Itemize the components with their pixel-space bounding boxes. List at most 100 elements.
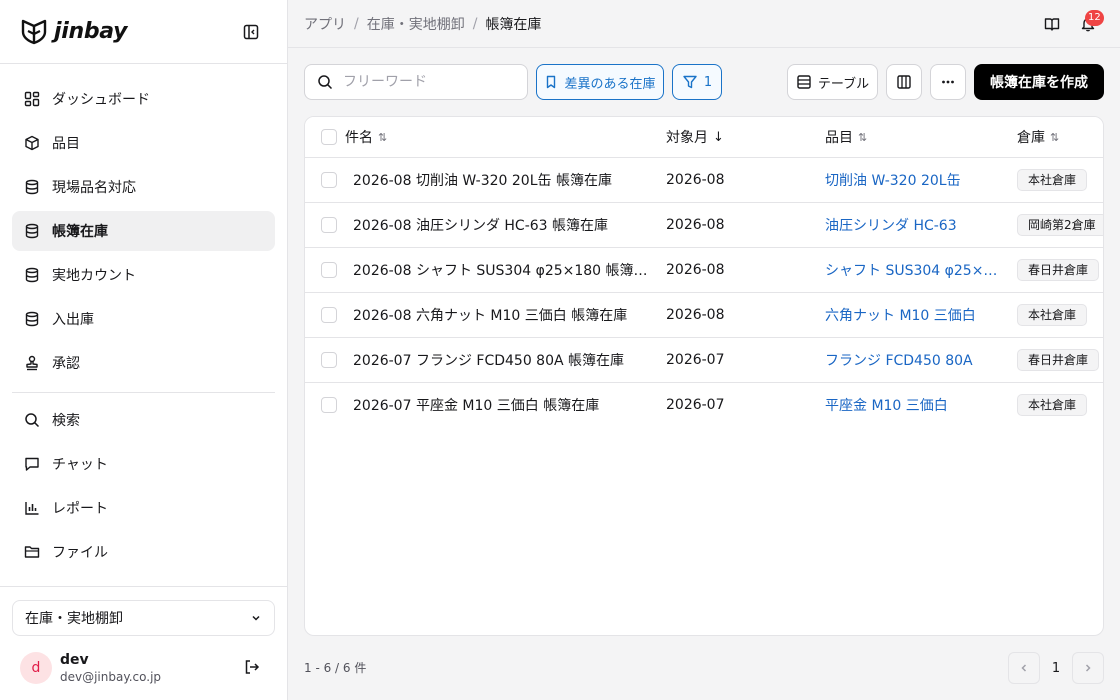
item-link[interactable]: 油圧シリンダ HC-63 (825, 215, 957, 235)
view-label: テーブル (817, 76, 870, 92)
sidebar-divider (0, 63, 287, 64)
item-link[interactable]: 六角ナット M10 三価白 (825, 305, 976, 325)
chevron-down-icon (252, 615, 260, 621)
row-checkbox[interactable] (321, 397, 337, 413)
row-checkbox[interactable] (321, 352, 337, 368)
cell-month: 2026-07 (666, 397, 725, 413)
sidebar-item-approval[interactable]: 承認 (12, 343, 275, 383)
sidebar-item-book-inventory[interactable]: 帳簿在庫 (12, 211, 275, 251)
search-input[interactable] (343, 74, 513, 90)
breadcrumb-inventory[interactable]: 在庫・実地棚卸 (367, 14, 465, 34)
database-icon (24, 179, 40, 195)
sort-icon: ⇅ (378, 130, 388, 144)
user-name: dev (60, 651, 89, 668)
sidebar-item-label: 承認 (52, 356, 80, 372)
table-row[interactable]: 2026-08 シャフト SUS304 φ25×180 帳簿… 2026-08 … (305, 248, 1103, 293)
next-page-button[interactable] (1072, 652, 1104, 684)
column-header-item[interactable]: 品目 ⇅ (825, 117, 867, 157)
sidebar-item-site-name-mapping[interactable]: 現場品名対応 (12, 167, 275, 207)
brand-logo[interactable]: jinbay (20, 14, 128, 48)
saved-filter-label: 差異のある在庫 (564, 76, 656, 92)
row-checkbox[interactable] (321, 172, 337, 188)
sidebar-item-stock-movement[interactable]: 入出庫 (12, 299, 275, 339)
sidebar-item-label: 入出庫 (52, 312, 94, 328)
row-checkbox[interactable] (321, 262, 337, 278)
view-toggle-button[interactable]: テーブル (787, 64, 878, 100)
table-row[interactable]: 2026-07 平座金 M10 三価白 帳簿在庫 2026-07 平座金 M10… (305, 383, 1103, 428)
cell-name[interactable]: 2026-07 フランジ FCD450 80A 帳簿在庫 (353, 338, 653, 382)
item-link[interactable]: 切削油 W-320 20L缶 (825, 170, 961, 190)
user-profile[interactable]: d dev dev@jinbay.co.jp (20, 650, 270, 686)
row-checkbox[interactable] (321, 217, 337, 233)
create-book-inventory-button[interactable]: 帳簿在庫を作成 (974, 64, 1104, 100)
cell-name[interactable]: 2026-08 六角ナット M10 三価白 帳簿在庫 (353, 293, 653, 337)
column-header-name[interactable]: 件名 ⇅ (345, 117, 387, 157)
app-select[interactable]: 在庫・実地棚卸 (12, 600, 275, 636)
search-icon (24, 412, 40, 428)
column-header-warehouse[interactable]: 倉庫 ⇅ (1017, 117, 1059, 157)
saved-filter-button[interactable]: 差異のある在庫 (536, 64, 664, 100)
app-select-value: 在庫・実地棚卸 (25, 611, 123, 627)
sidebar-item-files[interactable]: ファイル (12, 532, 275, 572)
sidebar-item-label: レポート (52, 501, 108, 517)
filter-button[interactable]: 1 (672, 64, 722, 100)
column-header-label: 件名 (345, 130, 373, 146)
package-icon (24, 135, 40, 151)
docs-button[interactable] (1041, 13, 1063, 35)
user-email: dev@jinbay.co.jp (60, 669, 162, 684)
avatar: d (20, 652, 52, 684)
item-link[interactable]: フランジ FCD450 80A (825, 350, 973, 370)
item-link[interactable]: シャフト SUS304 φ25×… (825, 260, 997, 280)
select-all-checkbox[interactable] (321, 129, 337, 145)
logout-button[interactable] (242, 657, 262, 677)
column-header-month[interactable]: 対象月 ↓ (666, 117, 724, 157)
sidebar-item-items[interactable]: 品目 (12, 123, 275, 163)
table-row[interactable]: 2026-08 六角ナット M10 三価白 帳簿在庫 2026-08 六角ナット… (305, 293, 1103, 338)
sidebar-item-label: ダッシュボード (52, 92, 150, 108)
sidebar-item-search[interactable]: 検索 (12, 400, 275, 440)
book-open-icon (1044, 18, 1060, 31)
folder-icon (24, 544, 40, 560)
columns-button[interactable] (886, 64, 922, 100)
search-field[interactable] (304, 64, 528, 100)
sidebar-item-label: 実地カウント (52, 268, 136, 284)
sidebar-item-chat[interactable]: チャット (12, 444, 275, 484)
sidebar-divider (12, 392, 275, 393)
column-header-label: 対象月 (666, 130, 708, 146)
warehouse-badge: 岡崎第2倉庫 (1017, 214, 1103, 236)
filter-count: 1 (703, 74, 713, 90)
breadcrumb-app[interactable]: アプリ (304, 14, 346, 34)
sidebar-item-label: 品目 (52, 136, 80, 152)
current-page[interactable]: 1 (1047, 652, 1065, 684)
sort-icon: ⇅ (1050, 130, 1060, 144)
sort-icon: ⇅ (858, 130, 868, 144)
cell-name[interactable]: 2026-08 切削油 W-320 20L缶 帳簿在庫 (353, 158, 653, 202)
columns-icon (897, 75, 911, 89)
warehouse-badge: 本社倉庫 (1017, 169, 1088, 191)
sidebar-item-report[interactable]: レポート (12, 488, 275, 528)
breadcrumb-current: 帳簿在庫 (485, 17, 542, 33)
cell-name[interactable]: 2026-08 油圧シリンダ HC-63 帳簿在庫 (353, 203, 653, 247)
cell-name[interactable]: 2026-08 シャフト SUS304 φ25×180 帳簿… (353, 248, 653, 292)
sidebar-collapse-button[interactable] (240, 21, 262, 43)
column-header-label: 品目 (825, 130, 853, 146)
table-row[interactable]: 2026-08 油圧シリンダ HC-63 帳簿在庫 2026-08 油圧シリンダ… (305, 203, 1103, 248)
table-row[interactable]: 2026-07 フランジ FCD450 80A 帳簿在庫 2026-07 フラン… (305, 338, 1103, 383)
logout-icon (245, 660, 260, 674)
item-link[interactable]: 平座金 M10 三価白 (825, 395, 948, 415)
breadcrumb-separator: / (354, 16, 359, 32)
more-options-button[interactable] (930, 64, 966, 100)
breadcrumb-separator: / (472, 16, 478, 32)
prev-page-button[interactable] (1008, 652, 1040, 684)
warehouse-badge: 本社倉庫 (1017, 304, 1088, 326)
sidebar-item-physical-count[interactable]: 実地カウント (12, 255, 275, 295)
sidebar-item-label: チャット (52, 457, 108, 473)
row-checkbox[interactable] (321, 307, 337, 323)
table-row[interactable]: 2026-08 切削油 W-320 20L缶 帳簿在庫 2026-08 切削油 … (305, 158, 1103, 203)
cell-name[interactable]: 2026-07 平座金 M10 三価白 帳簿在庫 (353, 383, 653, 427)
database-icon (24, 267, 40, 283)
sidebar-item-dashboard[interactable]: ダッシュボード (12, 79, 275, 119)
warehouse-badge: 春日井倉庫 (1017, 349, 1100, 371)
cell-month: 2026-08 (666, 307, 725, 323)
sidebar-item-label: 帳簿在庫 (52, 224, 108, 240)
